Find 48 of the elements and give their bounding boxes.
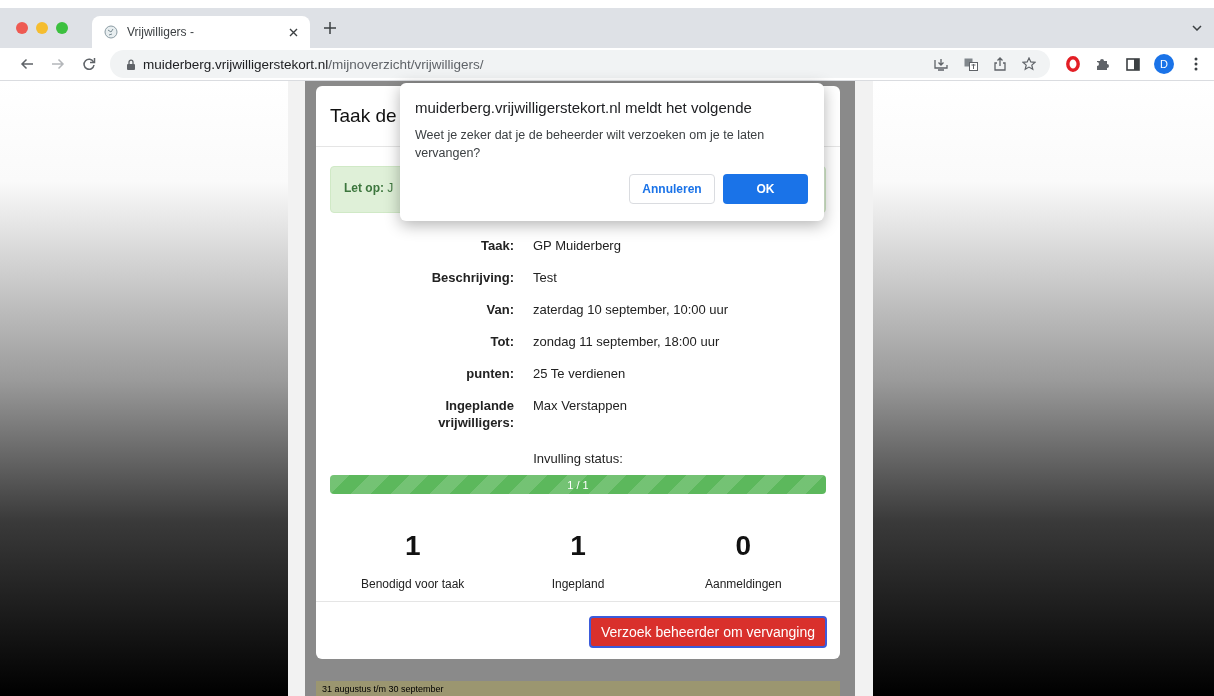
- browser-tab[interactable]: Vrijwilligers -: [92, 16, 310, 48]
- new-tab-icon[interactable]: [324, 22, 336, 34]
- address-bar[interactable]: muiderberg.vrijwilligerstekort.nl/mijnoverzicht/vrijwilligers/: [110, 50, 1050, 78]
- field-value: GP Muiderberg: [533, 237, 622, 254]
- stat-label: Ingepland: [551, 577, 605, 591]
- field-label: Ingeplande vrijwilligers:: [437, 397, 514, 431]
- field-label: Van:: [486, 301, 514, 318]
- profile-avatar[interactable]: D: [1154, 54, 1174, 74]
- stat-label: Aanmeldingen: [704, 577, 782, 591]
- stat-value: 0: [735, 530, 752, 562]
- field-value: zondag 11 september, 18:00 uur: [533, 333, 721, 350]
- stat-label: Benodigd voor taak: [360, 577, 465, 591]
- stat-value: 1: [570, 530, 586, 562]
- reload-icon[interactable]: [82, 57, 96, 71]
- close-window-button[interactable]: [16, 22, 28, 34]
- close-icon[interactable]: [289, 27, 298, 37]
- share-icon[interactable]: [994, 57, 1006, 71]
- tab-title: Vrijwilligers -: [127, 25, 194, 39]
- field-label: Beschrijving:: [431, 269, 514, 286]
- puzzle-icon[interactable]: [1096, 57, 1110, 71]
- url-text: muiderberg.vrijwilligerstekort.nl/mijnoverzicht/vrijwilligers/: [143, 56, 484, 72]
- field-label: Tot:: [490, 333, 514, 350]
- field-value: Max Verstappen: [533, 397, 628, 415]
- translate-icon[interactable]: [964, 57, 978, 71]
- menu-icon[interactable]: [1194, 57, 1198, 71]
- stat-value: 1: [404, 530, 421, 562]
- install-icon[interactable]: [934, 57, 948, 71]
- modal-title: Taak de: [330, 105, 397, 127]
- star-icon[interactable]: [1022, 57, 1036, 71]
- field-value: zaterdag 10 september, 10:00 uur: [533, 301, 730, 318]
- side-panel-icon[interactable]: [1126, 57, 1140, 71]
- lock-icon: [127, 58, 135, 70]
- cancel-button[interactable]: Annuleren: [629, 174, 715, 204]
- ring-icon[interactable]: [1066, 56, 1080, 72]
- field-label: Taak:: [481, 237, 514, 254]
- back-arrow-icon[interactable]: [20, 57, 34, 71]
- progress-text: 1 / 1: [567, 478, 589, 491]
- dialog-message: Weet je zeker dat je de beheerder wilt verzoeken om je te laten vervangen?: [415, 127, 766, 162]
- status-label: Invulling status:: [532, 451, 624, 466]
- globe-icon: [104, 25, 118, 39]
- date-range-text: 31 augustus t/m 30 september: [322, 682, 444, 695]
- request-replacement-button[interactable]: Verzoek beheerder om vervanging: [588, 616, 827, 648]
- dialog-title: muiderberg.vrijwilligerstekort.nl meldt het volgende: [415, 99, 753, 116]
- field-label: punten:: [466, 365, 514, 382]
- field-value: 25 Te verdienen: [533, 365, 627, 382]
- chevron-down-icon[interactable]: [1192, 25, 1202, 31]
- ok-button[interactable]: OK: [723, 174, 808, 204]
- field-value: Test: [533, 269, 558, 286]
